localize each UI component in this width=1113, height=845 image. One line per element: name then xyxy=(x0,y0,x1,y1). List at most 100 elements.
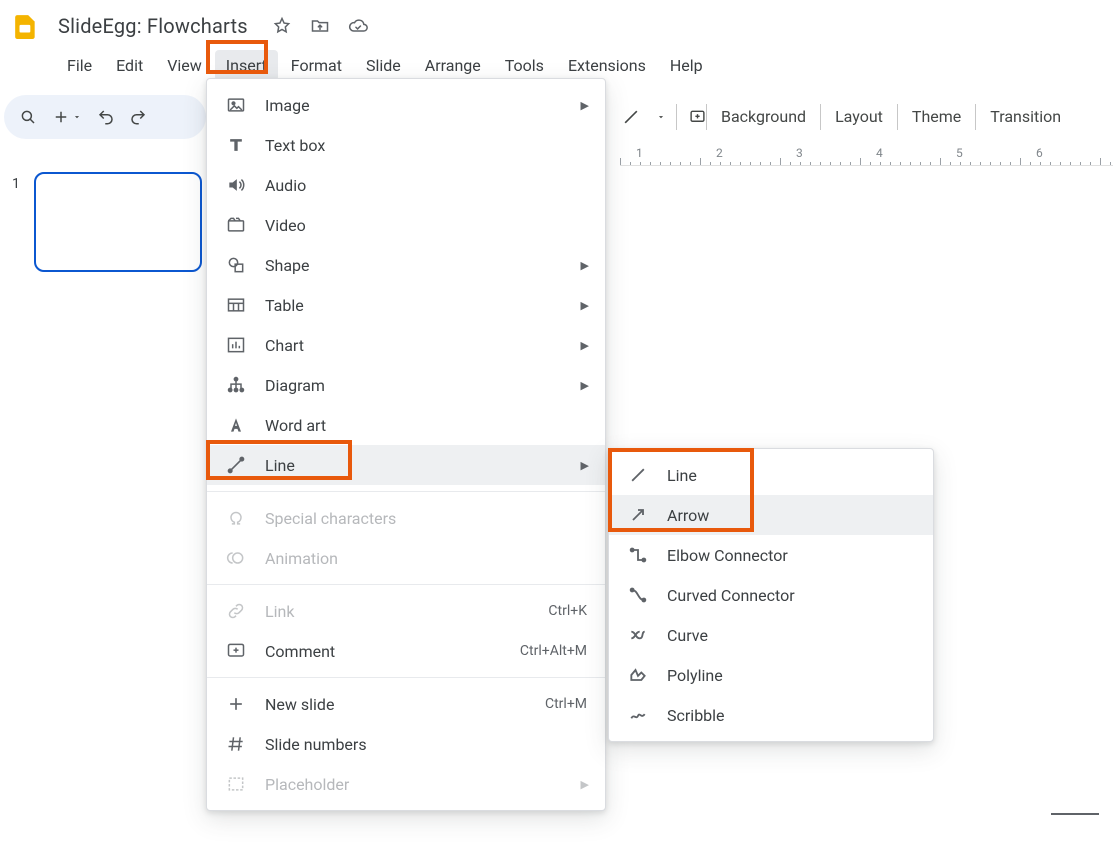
hash-icon xyxy=(225,733,247,755)
submenu-label: Curve xyxy=(667,626,708,645)
menu-label: Word art xyxy=(265,416,587,435)
link-icon xyxy=(225,600,247,622)
submenu-label: Arrow xyxy=(667,506,709,525)
menu-label: Image xyxy=(265,96,587,115)
menu-shortcut: Ctrl+K xyxy=(548,603,587,619)
toolbar-layout[interactable]: Layout xyxy=(820,104,897,130)
slide-panel: 1 xyxy=(0,166,210,845)
move-folder-icon[interactable] xyxy=(310,16,330,36)
document-title[interactable]: SlideEgg: Flowcharts xyxy=(54,12,252,40)
menu-item-comment[interactable]: Comment Ctrl+Alt+M xyxy=(207,631,605,671)
menu-label: Diagram xyxy=(265,376,587,395)
slide-thumbnail-1[interactable] xyxy=(34,172,202,272)
line-icon xyxy=(225,454,247,476)
chevron-right-icon: ▶ xyxy=(581,379,589,392)
curve-icon xyxy=(627,624,649,646)
menu-format[interactable]: Format xyxy=(280,50,353,81)
slide-number: 1 xyxy=(12,176,20,192)
menu-shortcut: Ctrl+M xyxy=(545,696,587,712)
redo-icon[interactable] xyxy=(128,107,148,127)
comment-icon xyxy=(225,640,247,662)
menu-item-image[interactable]: Image ▶ xyxy=(207,85,605,125)
menu-item-chart[interactable]: Chart ▶ xyxy=(207,325,605,365)
wordart-icon xyxy=(225,414,247,436)
submenu-item-scribble[interactable]: Scribble xyxy=(609,695,933,735)
submenu-label: Line xyxy=(667,466,697,485)
menu-item-placeholder: Placeholder ▶ xyxy=(207,764,605,804)
menu-item-diagram[interactable]: Diagram ▶ xyxy=(207,365,605,405)
submenu-label: Curved Connector xyxy=(667,586,795,605)
image-icon xyxy=(225,94,247,116)
menu-extensions[interactable]: Extensions xyxy=(557,50,657,81)
menu-item-link: Link Ctrl+K xyxy=(207,591,605,631)
scribble-icon xyxy=(627,704,649,726)
menu-item-wordart[interactable]: Word art xyxy=(207,405,605,445)
menu-label: Text box xyxy=(265,136,587,155)
comment-tool-icon[interactable] xyxy=(676,104,706,130)
menu-edit[interactable]: Edit xyxy=(105,50,154,81)
submenu-label: Scribble xyxy=(667,706,725,725)
diagram-icon xyxy=(225,374,247,396)
search-icon[interactable] xyxy=(18,107,38,127)
submenu-item-elbow[interactable]: Elbow Connector xyxy=(609,535,933,575)
menu-label: Comment xyxy=(265,642,502,661)
submenu-item-arrow[interactable]: Arrow xyxy=(609,495,933,535)
chevron-right-icon: ▶ xyxy=(581,339,589,352)
line-tool-dropdown-icon[interactable] xyxy=(646,112,676,122)
cloud-status-icon[interactable] xyxy=(348,16,368,36)
menu-item-line[interactable]: Line ▶ xyxy=(207,445,605,485)
star-icon[interactable] xyxy=(272,16,292,36)
submenu-item-curved[interactable]: Curved Connector xyxy=(609,575,933,615)
menu-help[interactable]: Help xyxy=(659,50,714,81)
menu-shortcut: Ctrl+Alt+M xyxy=(520,643,587,659)
line-tool-icon[interactable] xyxy=(616,107,646,127)
chevron-right-icon: ▶ xyxy=(581,99,589,112)
menu-label: Line xyxy=(265,456,587,475)
menu-insert[interactable]: Insert xyxy=(215,50,278,81)
toolbar-transition[interactable]: Transition xyxy=(975,104,1075,130)
menu-item-video[interactable]: Video xyxy=(207,205,605,245)
menu-item-special-characters: Special characters xyxy=(207,498,605,538)
menu-label: Animation xyxy=(265,549,587,568)
horizontal-ruler: 1 2 3 4 5 6 xyxy=(620,144,1113,166)
menu-file[interactable]: File xyxy=(56,50,103,81)
placeholder-icon xyxy=(225,773,247,795)
toolbar-left-pill xyxy=(4,95,206,139)
undo-icon[interactable] xyxy=(96,107,116,127)
menu-label: Special characters xyxy=(265,509,587,528)
submenu-item-line[interactable]: Line xyxy=(609,455,933,495)
submenu-item-curve[interactable]: Curve xyxy=(609,615,933,655)
omega-icon xyxy=(225,507,247,529)
textbox-icon xyxy=(225,134,247,156)
toolbar-background[interactable]: Background xyxy=(706,104,820,130)
menu-view[interactable]: View xyxy=(156,50,213,81)
menu-slide[interactable]: Slide xyxy=(355,50,412,81)
menu-item-audio[interactable]: Audio xyxy=(207,165,605,205)
menu-item-new-slide[interactable]: New slide Ctrl+M xyxy=(207,684,605,724)
menu-item-textbox[interactable]: Text box xyxy=(207,125,605,165)
chart-icon xyxy=(225,334,247,356)
menu-label: Link xyxy=(265,602,530,621)
video-icon xyxy=(225,214,247,236)
menu-arrange[interactable]: Arrange xyxy=(414,50,492,81)
menu-label: Video xyxy=(265,216,587,235)
chevron-right-icon: ▶ xyxy=(581,778,589,791)
submenu-label: Polyline xyxy=(667,666,723,685)
chevron-right-icon: ▶ xyxy=(581,459,589,472)
toolbar-theme[interactable]: Theme xyxy=(897,104,975,130)
submenu-item-polyline[interactable]: Polyline xyxy=(609,655,933,695)
elbow-connector-icon xyxy=(627,544,649,566)
new-slide-icon[interactable] xyxy=(50,107,84,127)
menu-label: Audio xyxy=(265,176,587,195)
menubar: File Edit View Insert Format Slide Arran… xyxy=(12,44,1113,81)
menu-item-slide-numbers[interactable]: Slide numbers xyxy=(207,724,605,764)
menu-item-animation: Animation xyxy=(207,538,605,578)
slides-logo[interactable] xyxy=(12,8,40,44)
menu-item-shape[interactable]: Shape ▶ xyxy=(207,245,605,285)
menu-tools[interactable]: Tools xyxy=(494,50,555,81)
audio-icon xyxy=(225,174,247,196)
menu-item-table[interactable]: Table ▶ xyxy=(207,285,605,325)
submenu-label: Elbow Connector xyxy=(667,546,788,565)
menu-label: New slide xyxy=(265,695,527,714)
arrow-icon xyxy=(627,504,649,526)
